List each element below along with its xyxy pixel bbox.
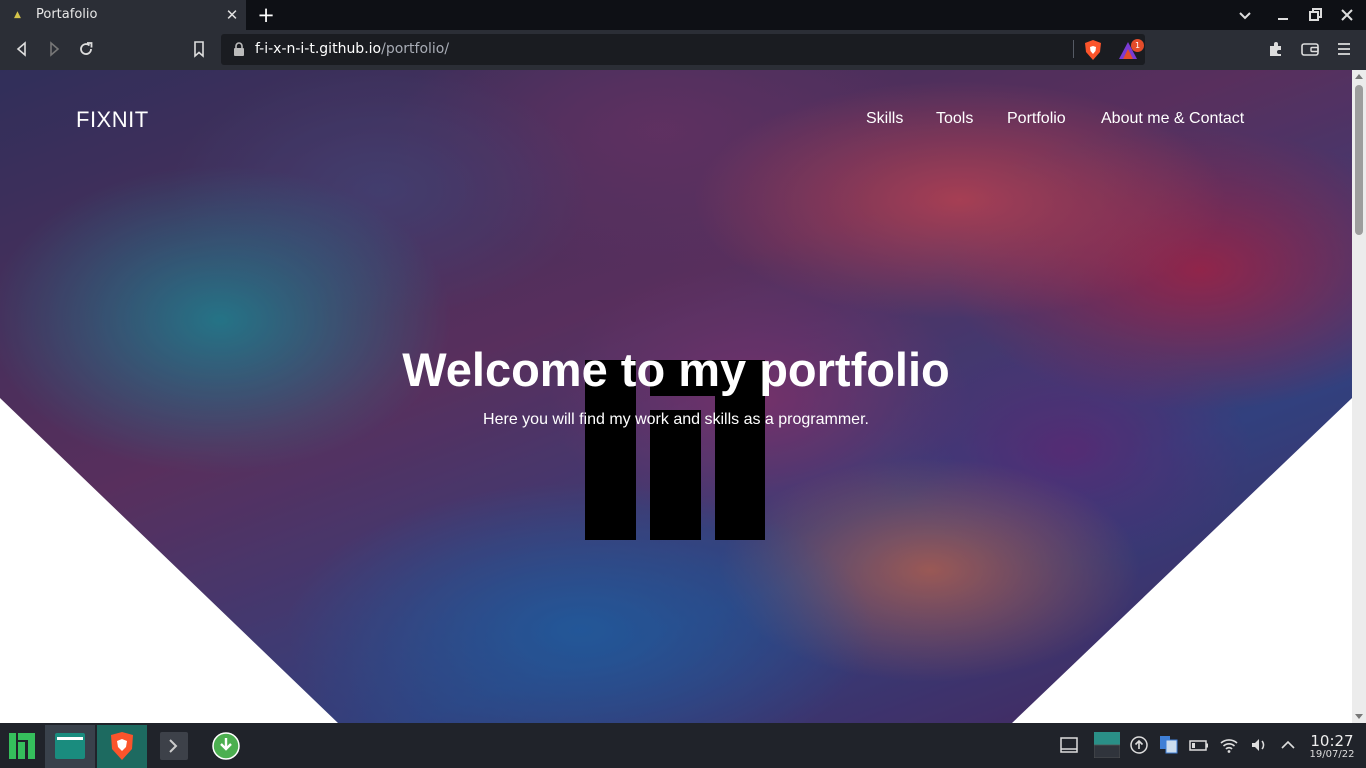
scroll-up-icon[interactable]	[1352, 70, 1366, 84]
menu-icon[interactable]	[1334, 39, 1354, 59]
battery-icon[interactable]	[1189, 735, 1209, 755]
nav-link-skills[interactable]: Skills	[866, 110, 903, 128]
nav-link-tools[interactable]: Tools	[936, 110, 973, 128]
volume-icon[interactable]	[1249, 735, 1269, 755]
wallet-icon[interactable]	[1300, 39, 1320, 59]
restore-icon[interactable]	[1306, 6, 1324, 24]
site-brand[interactable]: FIXNIT	[76, 107, 149, 133]
favicon-icon: ▲	[14, 10, 21, 20]
clipboard-icon[interactable]	[1159, 735, 1179, 755]
extensions-icon[interactable]	[1266, 39, 1286, 59]
download-manager-icon[interactable]	[212, 732, 240, 760]
show-desktop-icon[interactable]	[1059, 735, 1079, 755]
reload-icon[interactable]	[76, 39, 96, 59]
nav-link-about-contact[interactable]: About me & Contact	[1101, 110, 1244, 128]
hero-subtitle: Here you will find my work and skills as…	[483, 411, 869, 428]
tab-title: Portafolio	[36, 7, 98, 22]
tray-expand-chevron-icon[interactable]	[1278, 735, 1298, 755]
new-tab-button[interactable]: +	[257, 4, 275, 26]
brave-lion-icon	[111, 732, 133, 760]
wifi-icon[interactable]	[1219, 735, 1239, 755]
virtual-desktop-pager-icon[interactable]	[1094, 732, 1120, 758]
folder-icon	[55, 733, 85, 759]
forward-icon[interactable]	[44, 39, 64, 59]
clock-date[interactable]: 19/07/22	[1305, 749, 1359, 760]
taskbar-brave-browser[interactable]	[97, 725, 147, 768]
url-domain: f-i-x-n-i-t.github.io	[255, 41, 382, 57]
taskbar-file-manager[interactable]	[45, 725, 95, 768]
hero-title: Welcome to my portfolio	[402, 343, 950, 396]
bookmark-icon[interactable]	[189, 39, 209, 59]
tab-list-chevron-icon[interactable]	[1236, 6, 1254, 24]
nav-link-portfolio[interactable]: Portfolio	[1007, 110, 1066, 128]
url-text[interactable]: f-i-x-n-i-t.github.io/portfolio/	[255, 41, 449, 57]
terminal-icon[interactable]	[160, 732, 188, 760]
address-separator	[1073, 40, 1074, 58]
clock-time[interactable]: 10:27	[1305, 732, 1359, 750]
manjaro-menu-icon[interactable]	[9, 733, 35, 759]
lock-icon[interactable]	[233, 42, 245, 56]
scroll-down-icon[interactable]	[1352, 709, 1366, 723]
close-window-icon[interactable]	[1338, 6, 1356, 24]
updates-icon[interactable]	[1129, 735, 1149, 755]
web-page: FIXNIT Skills Tools Portfolio About me &…	[0, 70, 1352, 723]
minimize-icon[interactable]	[1274, 6, 1292, 24]
rewards-badge: 1	[1131, 39, 1144, 52]
brave-shields-icon[interactable]	[1083, 39, 1103, 61]
url-path: /portfolio/	[381, 41, 450, 57]
close-tab-icon[interactable]: ✕	[225, 5, 239, 25]
scrollbar-thumb[interactable]	[1355, 85, 1363, 235]
back-icon[interactable]	[12, 39, 32, 59]
